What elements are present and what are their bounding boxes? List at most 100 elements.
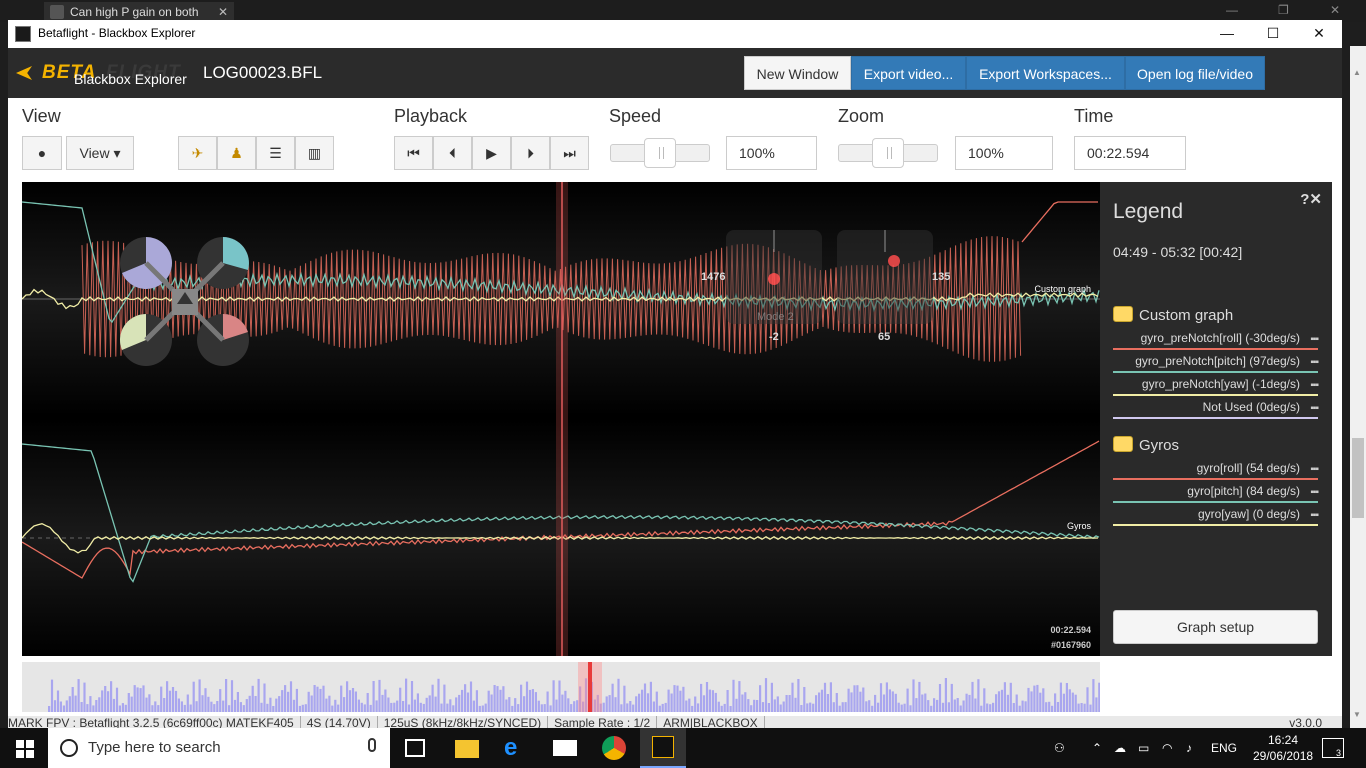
mail-icon[interactable] — [553, 740, 577, 756]
field-analyser-icon[interactable]: ▪▪▪ — [1310, 330, 1319, 350]
right-stick-bottom-value: 65 — [878, 331, 890, 343]
field-analyser-icon[interactable]: ▪▪▪ — [1310, 376, 1319, 396]
tab-close-icon[interactable]: ✕ — [218, 2, 228, 22]
legend-group-toggle-icon[interactable] — [1113, 306, 1133, 322]
overview-bar — [676, 685, 679, 712]
open-log-button[interactable]: Open log file/video — [1125, 56, 1265, 90]
legend-group-gyros[interactable]: Gyros — [1113, 436, 1179, 454]
scrollbar-thumb[interactable] — [1352, 438, 1364, 518]
legend-field[interactable]: gyro_preNotch[roll] (-30deg/s) ▪▪▪ — [1113, 328, 1319, 350]
minimize-button[interactable]: — — [1204, 20, 1250, 48]
overview-bar — [378, 679, 381, 712]
jump-start-button[interactable]: ⏮ — [394, 136, 433, 170]
edge-icon[interactable]: e — [504, 736, 528, 760]
zoom-slider-handle[interactable] — [872, 138, 904, 168]
overview-cursor — [588, 662, 592, 712]
overview-bar — [490, 694, 493, 712]
speed-slider-handle[interactable] — [644, 138, 676, 168]
legend-field[interactable]: gyro[pitch] (84 deg/s) ▪▪▪ — [1113, 481, 1319, 503]
overview-bar — [785, 695, 788, 712]
legend-field[interactable]: gyro_preNotch[pitch] (97deg/s) ▪▪▪ — [1113, 351, 1319, 373]
overview-bar — [829, 682, 832, 712]
language-indicator[interactable]: ENG — [1211, 728, 1237, 768]
zoom-input[interactable]: 100% — [955, 136, 1053, 170]
play-button[interactable]: ▶ — [472, 136, 511, 170]
log-file-name: LOG00023.BFL — [203, 63, 323, 82]
legend-group-custom-graph[interactable]: Custom graph — [1113, 306, 1233, 324]
view-dropdown[interactable]: View ▾ — [66, 136, 134, 170]
table-view-button[interactable]: ☰ — [256, 136, 295, 170]
legend-group-toggle-icon[interactable] — [1113, 436, 1133, 452]
tray-chevron-icon[interactable]: ⌃ — [1092, 728, 1102, 768]
overview-bar — [853, 685, 856, 712]
chrome-icon[interactable] — [602, 736, 626, 760]
mode-label: Mode 2 — [757, 311, 794, 323]
legend-field[interactable]: Not Used (0deg/s) ▪▪▪ — [1113, 397, 1319, 419]
field-analyser-icon[interactable]: ▪▪▪ — [1310, 506, 1319, 526]
overview-bar — [316, 686, 319, 712]
graph-canvas[interactable]: Mode 2 1476 135 -2 65 Custom graph Gyros… — [22, 182, 1100, 656]
onedrive-icon[interactable]: ☁ — [1114, 728, 1126, 768]
people-icon[interactable]: ⚇ — [1054, 728, 1065, 768]
page-scrollbar[interactable]: ▲ ▼ — [1350, 46, 1366, 728]
task-view-icon[interactable] — [405, 739, 425, 757]
overview-bar — [1080, 703, 1083, 712]
browser-close-icon[interactable]: ✕ — [1330, 3, 1340, 17]
microphone-icon[interactable] — [368, 738, 376, 752]
browser-restore-icon[interactable]: ❐ — [1278, 3, 1289, 17]
field-analyser-icon[interactable]: ▪▪▪ — [1310, 399, 1319, 419]
legend-field[interactable]: gyro_preNotch[yaw] (-1deg/s) ▪▪▪ — [1113, 374, 1319, 396]
field-analyser-icon[interactable]: ▪▪▪ — [1310, 353, 1319, 373]
graph-setup-button[interactable]: Graph setup — [1113, 610, 1318, 644]
close-button[interactable]: ✕ — [1296, 20, 1342, 48]
new-window-button[interactable]: New Window — [744, 56, 851, 90]
file-explorer-icon[interactable] — [455, 740, 479, 758]
field-analyser-icon[interactable]: ▪▪▪ — [1310, 460, 1319, 480]
time-section-label: Time — [1074, 106, 1114, 126]
overview-bar — [605, 696, 608, 712]
overview-bar — [1033, 685, 1036, 712]
overview-bar — [971, 681, 974, 712]
taskbar-clock[interactable]: 16:24 29/06/2018 — [1253, 732, 1313, 764]
step-forward-button[interactable]: ⏵ — [511, 136, 550, 170]
legend-help-close-icon[interactable]: ?✕ — [1300, 190, 1322, 208]
battery-icon[interactable]: ▭ — [1138, 728, 1149, 768]
step-back-button[interactable]: ⏴ — [433, 136, 472, 170]
maximize-button[interactable]: ☐ — [1250, 20, 1296, 48]
overview-bar — [104, 686, 107, 712]
info-button[interactable]: ● — [22, 136, 62, 170]
legend-field[interactable]: gyro[yaw] (0 deg/s) ▪▪▪ — [1113, 504, 1319, 526]
wifi-icon[interactable]: ◠ — [1162, 728, 1172, 768]
time-input[interactable]: 00:22.594 — [1074, 136, 1186, 170]
blackbox-explorer-task[interactable] — [640, 728, 686, 768]
export-workspaces-button[interactable]: Export Workspaces... — [966, 56, 1125, 90]
browser-tab[interactable]: Can high P gain on both ✕ — [44, 2, 234, 22]
start-button[interactable] — [0, 728, 48, 768]
browser-minimize-icon[interactable]: — — [1226, 3, 1238, 17]
person-icon: ♟ — [230, 145, 243, 161]
sticks-view-button[interactable]: ♟ — [217, 136, 256, 170]
speed-input[interactable]: 100% — [726, 136, 817, 170]
jump-end-button[interactable]: ⏭ — [550, 136, 589, 170]
taskbar-search[interactable]: Type here to search — [48, 728, 390, 768]
speed-slider[interactable] — [610, 138, 710, 168]
legend-field[interactable]: gyro[roll] (54 deg/s) ▪▪▪ — [1113, 458, 1319, 480]
overview-bar — [425, 697, 428, 712]
field-analyser-icon[interactable]: ▪▪▪ — [1310, 483, 1319, 503]
overview-bar — [139, 688, 142, 712]
craft-view-button[interactable]: ✈ — [178, 136, 217, 170]
overview-bar — [118, 705, 121, 712]
zoom-slider[interactable] — [838, 138, 938, 168]
log-overview-seekbar[interactable] — [22, 662, 1100, 712]
overview-bar — [402, 701, 405, 712]
overview-bar — [1092, 679, 1095, 712]
overview-bar — [160, 686, 163, 712]
scroll-up-icon[interactable]: ▲ — [1353, 68, 1361, 77]
analyser-view-button[interactable]: ▥ — [295, 136, 334, 170]
export-video-button[interactable]: Export video... — [851, 56, 966, 90]
scroll-down-icon[interactable]: ▼ — [1353, 710, 1361, 719]
notification-center-icon[interactable]: 3 — [1322, 738, 1344, 758]
overview-bar — [844, 702, 847, 712]
overview-bar — [1065, 683, 1068, 712]
volume-icon[interactable]: ♪ — [1186, 728, 1192, 768]
